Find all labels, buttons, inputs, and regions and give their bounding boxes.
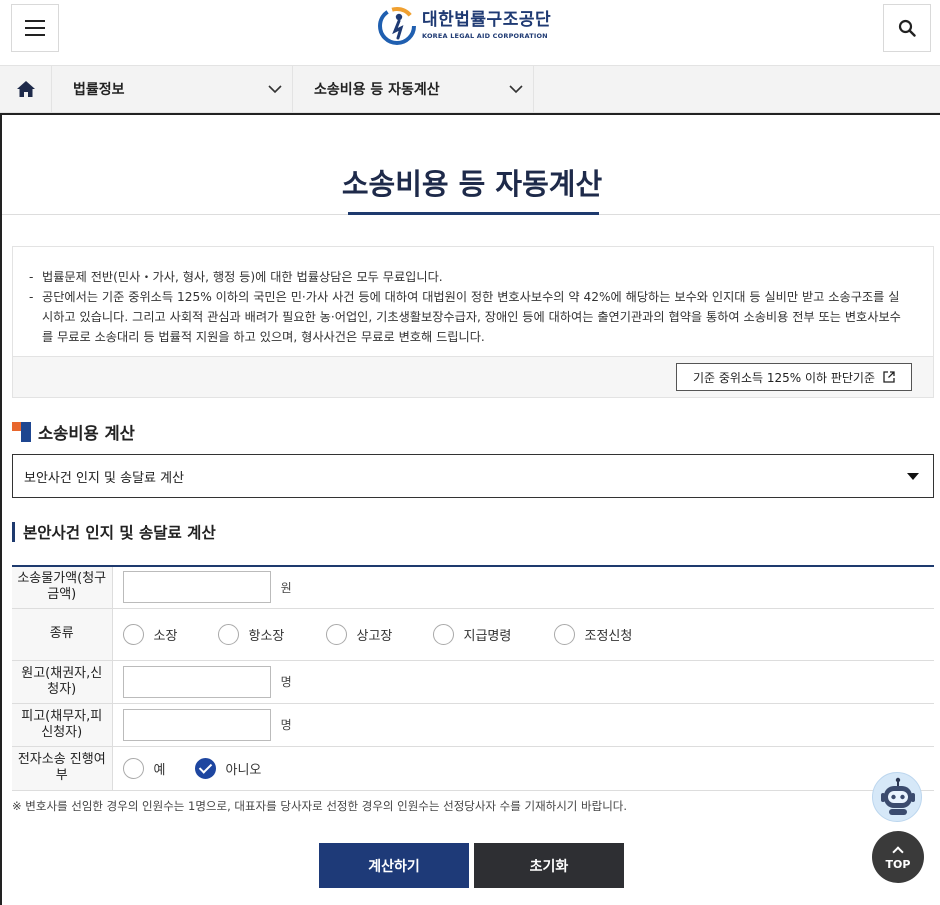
notice-footer: 기준 중위소득 125% 이하 판단기준 [13,356,933,397]
scroll-top-button[interactable]: TOP [872,831,924,883]
amount-unit: 원 [280,580,292,595]
radio-label: 조정신청 [584,628,633,644]
search-button[interactable] [883,4,931,52]
type-radio-group: 소장 항소장 상고장 지급명령 조정신청 [122,623,935,645]
site-header: 대한법률구조공단 KOREA LEGAL AID CORPORATION [0,0,940,64]
reset-button[interactable]: 초기화 [474,843,624,888]
page-title: 소송비용 등 자동계산 [341,167,603,201]
logo-emblem [378,7,416,45]
section-title: 소송비용 계산 [38,424,135,443]
main-content: 소송비용 등 자동계산 법률문제 전반(민사・가사, 형사, 행정 등)에 대한… [0,113,940,905]
amount-input[interactable] [122,571,271,604]
radio-label: 예 [153,762,166,778]
calculate-button[interactable]: 계산하기 [319,843,469,888]
chatbot-button[interactable] [872,772,922,822]
plaintiff-count-input[interactable] [122,665,271,698]
external-link-icon [883,371,895,383]
chevron-down-icon [268,84,282,93]
section-heading: 소송비용 계산 [12,420,135,444]
chevron-down-icon [509,84,523,93]
type-radio-complaint[interactable]: 소장 [122,623,218,645]
hamburger-menu-icon [25,20,45,36]
radio-button-checked[interactable] [194,757,216,779]
breadcrumb-item-auto-calc[interactable]: 소송비용 등 자동계산 [293,66,534,112]
footnote: ※ 변호사를 선임한 경우의 인원수는 1명으로, 대표자를 당사자로 선정한 … [12,799,628,813]
plaintiff-label: 원고(채권자,신청자) [12,660,113,704]
defendant-label: 피고(채무자,피신청자) [12,703,113,747]
breadcrumb-home[interactable] [0,66,52,112]
calc-form-table: 소송물가액(청구금액) 원 종류 소장 항소장 상고장 지급명령 조정신청 원고… [12,565,934,791]
form-row-defendant: 피고(채무자,피신청자) 명 [12,703,934,747]
breadcrumb-item-label: 소송비용 등 자동계산 [314,82,440,98]
logo-korean-name: 대한법률구조공단 [422,10,552,31]
type-radio-mediation[interactable]: 조정신청 [553,623,633,645]
breadcrumb: 법률정보 소송비용 등 자동계산 [0,65,940,113]
electronic-radio-no[interactable]: 아니오 [194,757,262,779]
defendant-count-input[interactable] [122,708,271,741]
radio-button[interactable] [217,623,239,645]
logo-english-name: KOREA LEGAL AID CORPORATION [422,32,548,41]
section-bullet-icon [12,422,32,442]
form-row-type: 종류 소장 항소장 상고장 지급명령 조정신청 [12,608,935,661]
sub-title: 본안사건 인지 및 송달료 계산 [23,524,216,542]
breadcrumb-item-legal-info[interactable]: 법률정보 [52,66,293,112]
radio-button[interactable] [553,623,575,645]
chatbot-robot-icon [881,777,915,815]
income-criteria-label: 기준 중위소득 125% 이하 판단기준 [692,370,876,385]
top-label: TOP [885,857,911,871]
defendant-unit: 명 [280,718,292,732]
page-title-area: 소송비용 등 자동계산 [2,115,940,215]
electronic-radio-yes[interactable]: 예 [122,757,195,779]
radio-label: 상고장 [356,628,393,644]
site-logo[interactable]: 대한법률구조공단 KOREA LEGAL AID CORPORATION [378,5,551,47]
radio-button[interactable] [432,623,454,645]
form-row-plaintiff: 원고(채권자,신청자) 명 [12,660,934,704]
radio-label: 아니오 [225,762,262,778]
menu-button[interactable] [11,4,59,52]
select-value: 보안사건 인지 및 송달료 계산 [24,470,185,486]
notice-item: 법률문제 전반(민사・가사, 형사, 행정 등)에 대한 법률상담은 모두 무료… [29,267,907,287]
type-radio-appeal[interactable]: 항소장 [217,623,326,645]
type-radio-payment-order[interactable]: 지급명령 [432,623,554,645]
income-criteria-button[interactable]: 기준 중위소득 125% 이하 판단기준 [676,363,912,391]
type-label: 종류 [12,608,113,661]
caret-down-icon [907,472,919,480]
home-icon [16,81,35,97]
sub-heading: 본안사건 인지 및 송달료 계산 [12,521,216,543]
radio-label: 항소장 [248,628,285,644]
calculation-type-select[interactable]: 보안사건 인지 및 송달료 계산 [12,454,934,498]
chevron-up-icon [892,845,904,858]
notice-item: 공단에서는 기준 중위소득 125% 이하의 국민은 민·가사 사건 등에 대하… [29,287,907,347]
type-radio-final-appeal[interactable]: 상고장 [325,623,433,645]
sub-heading-bar [12,522,15,542]
amount-label: 소송물가액(청구금액) [12,566,113,609]
radio-button[interactable] [122,757,144,779]
title-underline [348,212,599,215]
electronic-radio-group: 예 아니오 [122,757,935,779]
form-row-electronic: 전자소송 진행여부 예 아니오 [12,746,935,791]
radio-button[interactable] [122,623,144,645]
radio-button[interactable] [325,623,347,645]
electronic-label: 전자소송 진행여부 [12,746,113,791]
notice-box: 법률문제 전반(민사・가사, 형사, 행정 등)에 대한 법률상담은 모두 무료… [12,246,934,398]
plaintiff-unit: 명 [280,675,292,689]
form-row-amount: 소송물가액(청구금액) 원 [12,566,934,609]
search-icon [898,19,916,37]
radio-label: 지급명령 [463,628,512,644]
breadcrumb-item-label: 법률정보 [73,82,125,98]
radio-label: 소장 [153,628,178,644]
